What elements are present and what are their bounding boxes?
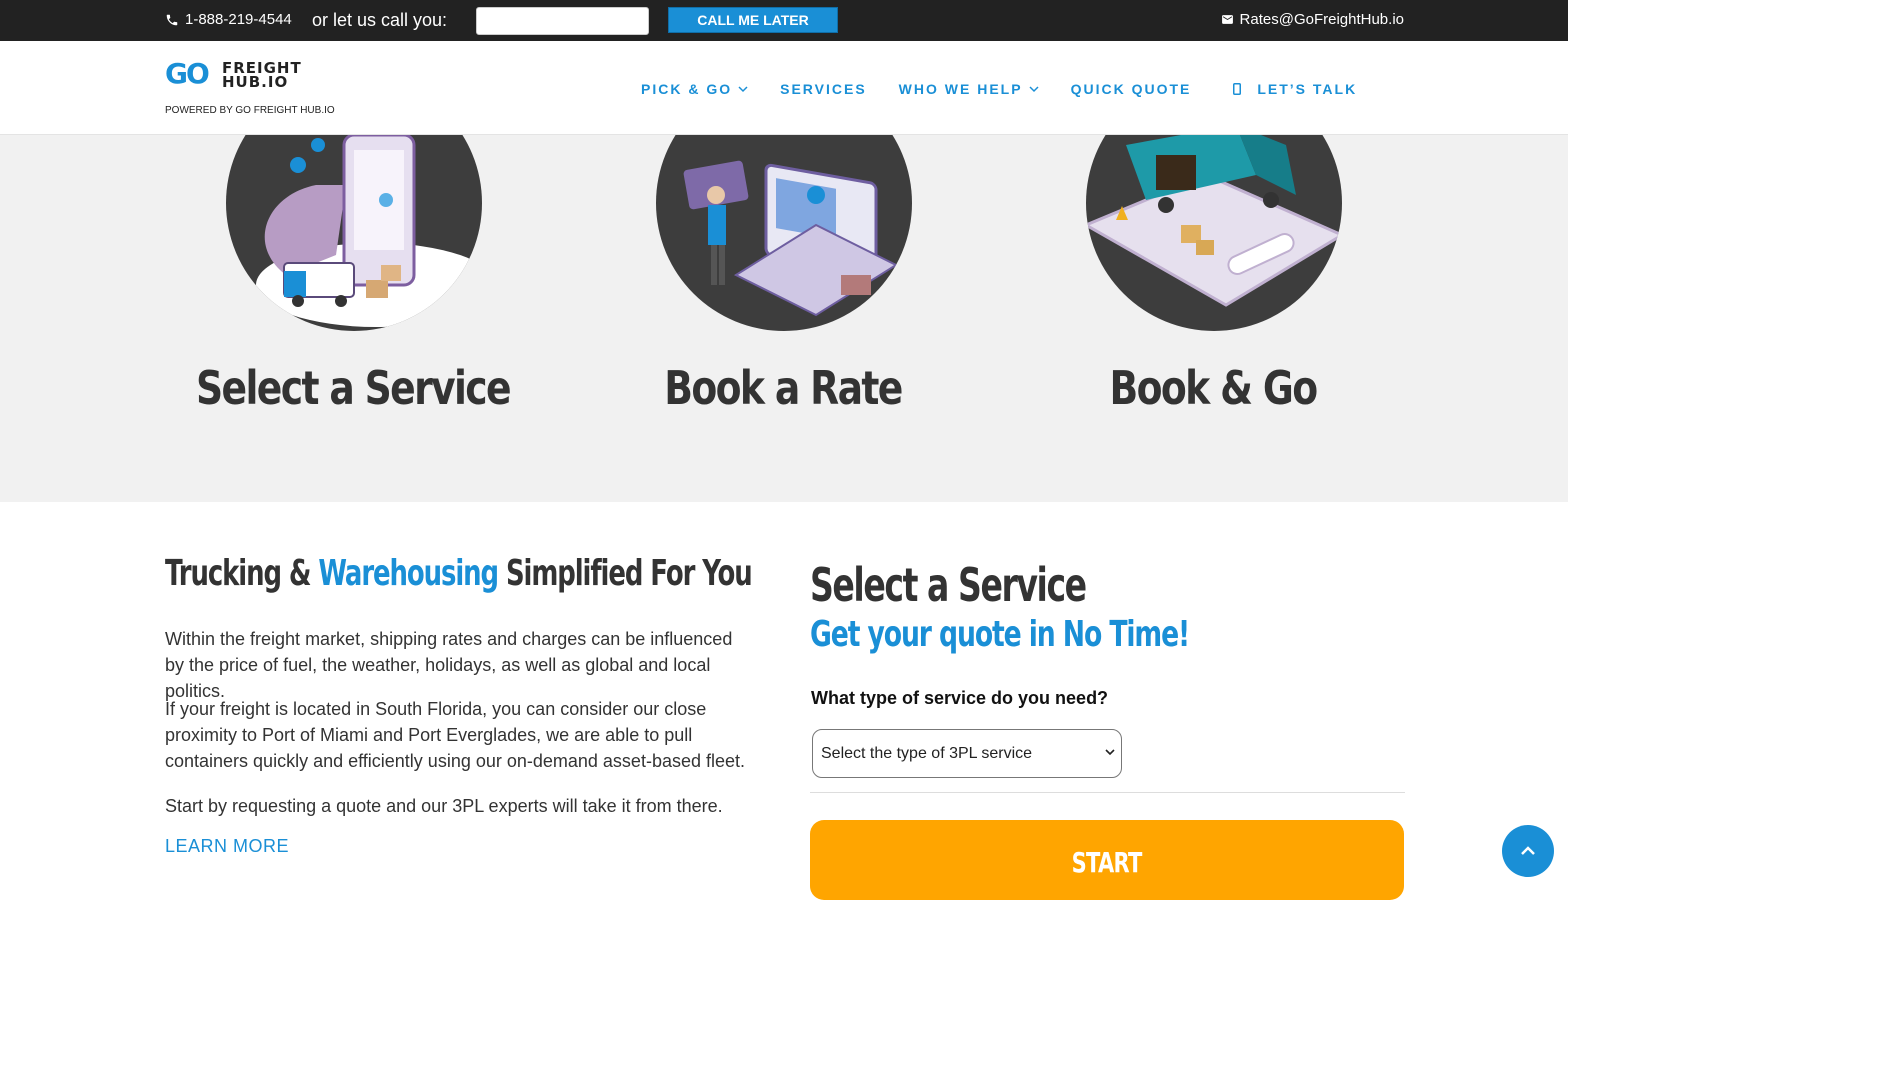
- form-title: Select a Service: [810, 558, 1087, 612]
- email-address: Rates@GoFreightHub.io: [1239, 11, 1404, 28]
- nav-who-we-help[interactable]: WHO WE HELP: [899, 81, 1039, 97]
- nav-quick-quote[interactable]: QUICK QUOTE: [1071, 81, 1192, 97]
- chevron-down-icon: [738, 86, 748, 93]
- chevron-down-icon: [1029, 86, 1039, 93]
- nav-services-label: SERVICES: [780, 81, 867, 97]
- call-me-later-button[interactable]: CALL ME LATER: [668, 7, 838, 33]
- step-title: Book a Rate: [664, 361, 903, 415]
- service-type-select[interactable]: Select the type of 3PL service: [812, 729, 1122, 778]
- mobile-phone-icon: [1233, 83, 1242, 95]
- start-button[interactable]: START: [810, 820, 1404, 900]
- delivery-app-illustration: [256, 135, 482, 327]
- phone-link[interactable]: 1-888-219-4544: [165, 11, 292, 28]
- headline-accent: Warehousing: [318, 553, 499, 594]
- section-headline: Trucking & Warehousing Simplified For Yo…: [165, 553, 753, 594]
- start-button-label: START: [1072, 846, 1143, 879]
- nav-quick-quote-label: QUICK QUOTE: [1070, 81, 1192, 97]
- phone-number: 1-888-219-4544: [185, 11, 292, 28]
- step-illustration-booking: [656, 135, 912, 331]
- nav-lets-talk-label: LET’S TALK: [1257, 81, 1358, 97]
- service-type-label: What type of service do you need?: [811, 688, 1109, 708]
- headline-pre: Trucking &: [165, 553, 319, 594]
- form-subtitle: Get your quote in No Time!: [810, 614, 1190, 655]
- callback-phone-input[interactable]: [476, 7, 649, 35]
- top-bar: 1-888-219-4544 or let us call you: CALL …: [0, 0, 1568, 41]
- phone-icon: [166, 14, 178, 25]
- cta-paragraph: Start by requesting a quote and our 3PL …: [165, 796, 723, 816]
- laptop-payment-illustration: [683, 160, 899, 317]
- chevron-up-icon: [1521, 846, 1535, 855]
- form-divider: [810, 792, 1405, 793]
- step-illustration-delivery: [226, 135, 482, 331]
- chevron-down-icon: [1105, 749, 1115, 756]
- nav-lets-talk[interactable]: LET’S TALK: [1233, 81, 1357, 97]
- nav-services[interactable]: SERVICES: [780, 81, 867, 97]
- van-loading-illustration: [1086, 135, 1342, 307]
- main-nav: PICK & GO SERVICES WHO WE HELP QUICK QUO…: [641, 81, 1357, 97]
- service-type-selected: Select the type of 3PL service: [821, 744, 1033, 762]
- nav-pick-go-label: PICK & GO: [641, 81, 733, 97]
- nav-who-we-help-label: WHO WE HELP: [898, 81, 1023, 97]
- location-paragraph: If your freight is located in South Flor…: [165, 699, 746, 771]
- steps-section: Select a Service Book a Rate Book & Go: [0, 135, 1568, 502]
- headline-post: Simplified For You: [498, 553, 753, 594]
- scroll-to-top-button[interactable]: [1502, 825, 1554, 877]
- nav-pick-go[interactable]: PICK & GO: [641, 81, 748, 97]
- site-logo[interactable]: GO FREIGHT HUB.IO: [165, 59, 330, 95]
- call-prompt: or let us call you:: [312, 10, 448, 30]
- step-illustration-van: [1086, 135, 1342, 331]
- intro-paragraph: Within the freight market, shipping rate…: [165, 629, 733, 701]
- powered-by: POWERED BY GO FREIGHT HUB.IO: [165, 105, 335, 116]
- step-title: Select a Service: [196, 361, 512, 415]
- mail-icon: [1221, 15, 1233, 24]
- site-header: GO FREIGHT HUB.IO POWERED BY GO FREIGHT …: [0, 41, 1568, 135]
- email-link[interactable]: Rates@GoFreightHub.io: [1221, 11, 1404, 28]
- logo-hub: HUB.IO: [222, 73, 289, 91]
- step-title: Book & Go: [1109, 361, 1319, 415]
- learn-more-link[interactable]: LEARN MORE: [165, 836, 289, 857]
- logo-go: GO: [165, 57, 210, 90]
